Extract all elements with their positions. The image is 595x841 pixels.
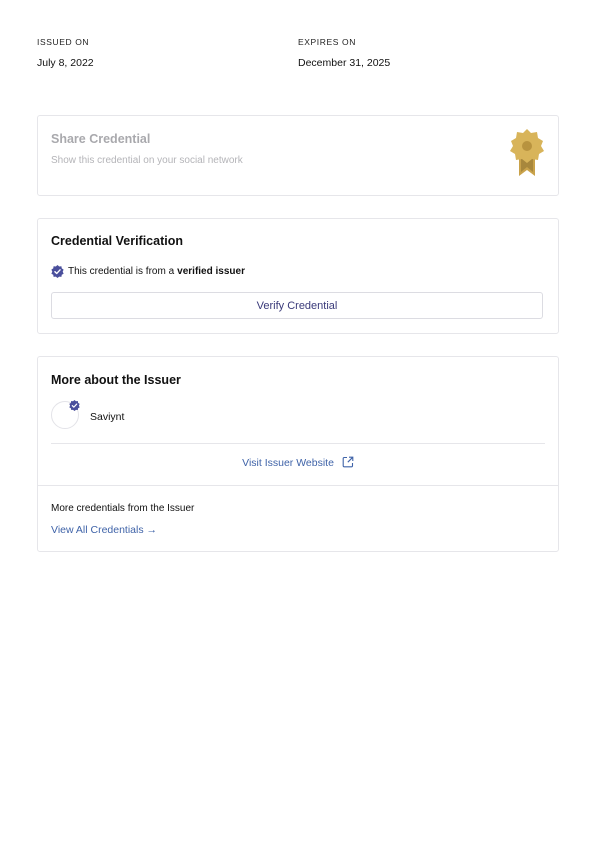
- external-link-icon: [342, 456, 354, 468]
- credential-verification-card: Credential Verification This credential …: [37, 218, 559, 334]
- more-credentials-text: More credentials from the Issuer: [51, 503, 195, 514]
- expires-on-value: December 31, 2025: [298, 57, 391, 69]
- verification-title: Credential Verification: [51, 234, 183, 248]
- credential-dates: ISSUED ON July 8, 2022 EXPIRES ON Decemb…: [37, 37, 559, 77]
- issuer-name: Saviynt: [90, 411, 125, 423]
- divider: [51, 443, 545, 444]
- issued-on-label: ISSUED ON: [37, 37, 90, 47]
- view-all-credentials-link[interactable]: View All Credentials →: [51, 524, 157, 536]
- issuer-avatar[interactable]: [51, 400, 80, 429]
- expires-on-label: EXPIRES ON: [298, 37, 356, 47]
- verified-check-icon: [69, 400, 80, 411]
- divider: [38, 485, 558, 486]
- verified-check-icon: [51, 265, 64, 278]
- verified-issuer-line: This credential is from a verified issue…: [51, 265, 245, 278]
- issued-on-block: ISSUED ON July 8, 2022: [37, 37, 94, 69]
- verified-issuer-bold: verified issuer: [177, 266, 245, 277]
- issuer-card: More about the Issuer Saviynt Visit Issu…: [37, 356, 559, 552]
- issuer-section-title: More about the Issuer: [51, 373, 181, 387]
- award-badge-icon: [510, 129, 544, 176]
- expires-on-block: EXPIRES ON December 31, 2025: [298, 37, 390, 69]
- verified-text-prefix: This credential is from a: [68, 266, 175, 277]
- share-credential-title: Share Credential: [51, 132, 151, 146]
- share-credential-subtitle: Show this credential on your social netw…: [51, 155, 243, 166]
- share-credential-card[interactable]: Share Credential Show this credential on…: [37, 115, 559, 196]
- issued-on-value: July 8, 2022: [37, 57, 94, 69]
- verify-credential-button[interactable]: Verify Credential: [51, 292, 543, 319]
- visit-issuer-website-label: Visit Issuer Website: [242, 457, 334, 469]
- visit-issuer-website-link[interactable]: Visit Issuer Website: [38, 456, 558, 469]
